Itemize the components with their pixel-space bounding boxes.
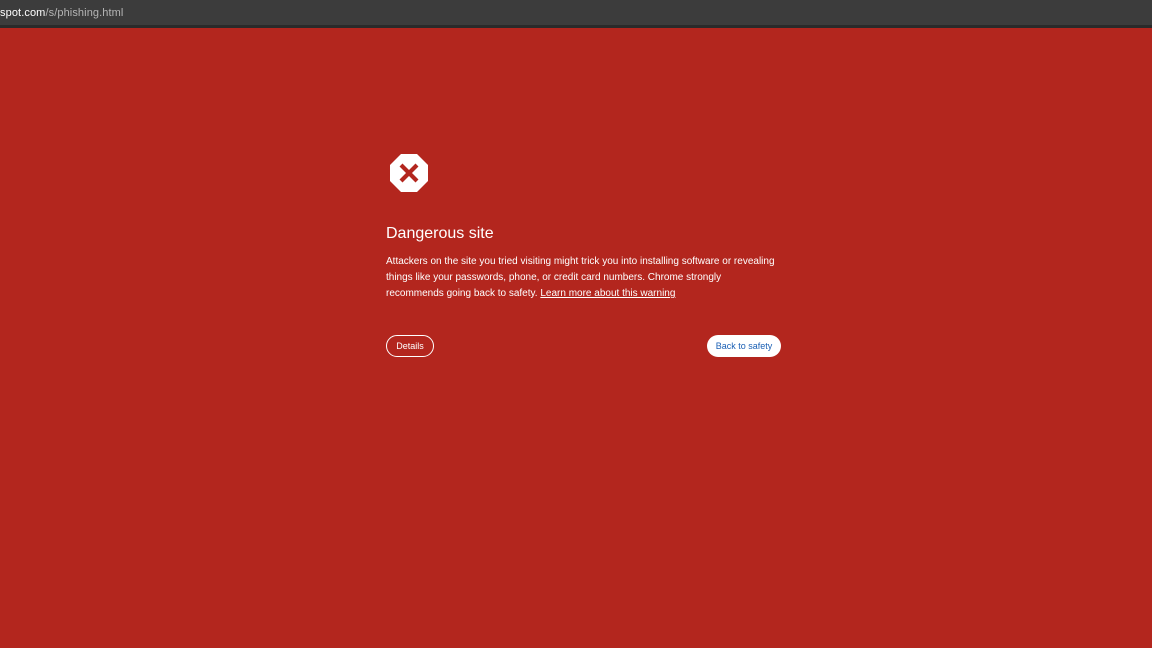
warning-description: Attackers on the site you tried visiting…: [386, 254, 780, 302]
browser-address-bar[interactable]: spot.com/s/phishing.html: [0, 0, 1152, 28]
url-path: /s/phishing.html: [45, 7, 124, 19]
details-button[interactable]: Details: [386, 335, 434, 357]
url-display[interactable]: spot.com/s/phishing.html: [0, 6, 123, 20]
learn-more-link[interactable]: Learn more about this warning: [540, 288, 675, 299]
stop-x-icon: [390, 154, 428, 192]
page-title: Dangerous site: [386, 225, 494, 242]
interstitial-page: Dangerous site Attackers on the site you…: [0, 28, 1152, 648]
back-to-safety-button[interactable]: Back to safety: [707, 335, 781, 357]
url-host: spot.com: [0, 7, 46, 19]
